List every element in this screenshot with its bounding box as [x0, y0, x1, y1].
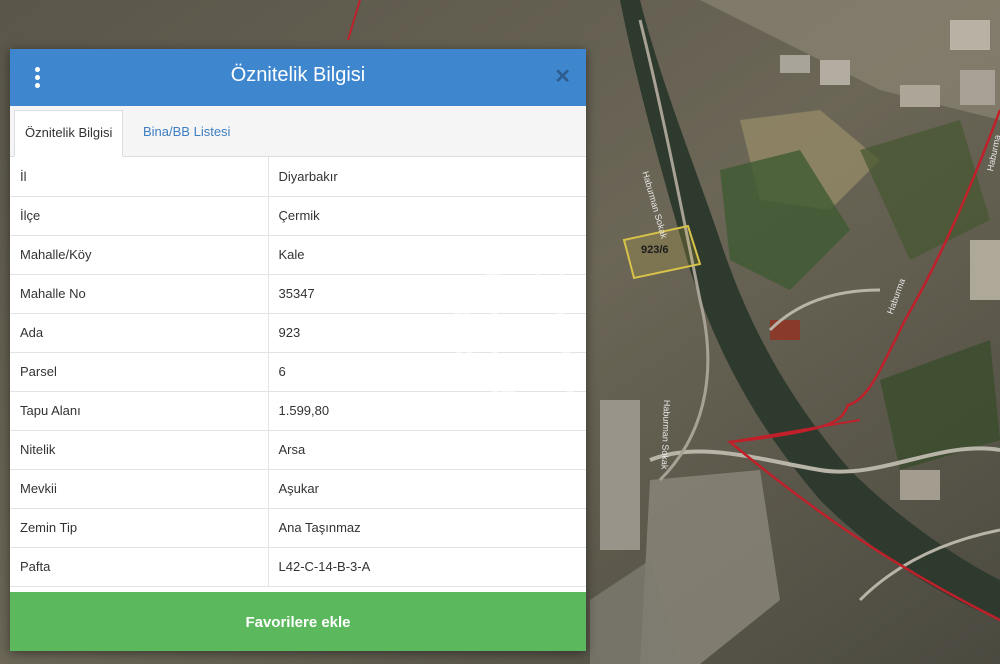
table-row: Mahalle No 35347 [10, 274, 586, 314]
table-row: İl Diyarbakır [10, 157, 586, 197]
panel-title: Öznitelik Bilgisi [230, 64, 366, 86]
attribute-key: Mevkii [10, 469, 269, 509]
table-row: Mevkii Aşukar [10, 469, 586, 509]
tab-building-list[interactable]: Bina/BB Listesi [133, 110, 240, 156]
attribute-key: İlçe [10, 196, 269, 236]
attribute-key: Tapu Alanı [10, 391, 269, 431]
attribute-value: Ana Taşınmaz [268, 508, 586, 548]
attribute-value: 923 [268, 313, 586, 353]
attribute-value: Aşukar [268, 469, 586, 509]
table-row: Ada 923 [10, 313, 586, 353]
panel-header: Öznitelik Bilgisi ✕ [10, 49, 586, 106]
close-icon[interactable]: ✕ [554, 65, 571, 89]
attribute-value: Çermik [268, 196, 586, 236]
table-row: Zemin Tip Ana Taşınmaz [10, 508, 586, 548]
table-row: Pafta L42-C-14-B-3-A [10, 547, 586, 587]
tab-attribute-info[interactable]: Öznitelik Bilgisi [14, 110, 124, 157]
attribute-key: Parsel [10, 352, 269, 392]
parcel-label: 923/6 [641, 244, 669, 256]
attribute-value: 1.599,80 [268, 391, 586, 431]
attribute-value: 6 [268, 352, 586, 392]
tab-bar: Öznitelik Bilgisi Bina/BB Listesi [10, 106, 586, 157]
attribute-value: L42-C-14-B-3-A [268, 547, 586, 587]
attribute-table: İl Diyarbakır İlçe Çermik Mahalle/Köy Kale Mah… [10, 157, 586, 587]
attribute-key: Nitelik [10, 430, 269, 470]
table-row: İlçe Çermik [10, 196, 586, 236]
attribute-key: Mahalle/Köy [10, 235, 269, 275]
attribute-key: Zemin Tip [10, 508, 269, 548]
attribute-panel: Öznitelik Bilgisi ✕ Öznitelik Bilgisi Bi… [10, 49, 586, 651]
attribute-key: Ada [10, 313, 269, 353]
table-row: Parsel 6 [10, 352, 586, 392]
table-row: Mahalle/Köy Kale [10, 235, 586, 275]
add-to-favorites-button[interactable]: Favorilere ekle [10, 592, 586, 651]
attribute-value: 35347 [268, 274, 586, 314]
attribute-key: Pafta [10, 547, 269, 587]
attribute-key: Mahalle No [10, 274, 269, 314]
attribute-value: Diyarbakır [268, 157, 586, 197]
attribute-value: Kale [268, 235, 586, 275]
attribute-key: İl [10, 157, 269, 197]
table-row: Nitelik Arsa [10, 430, 586, 470]
table-row: Tapu Alanı 1.599,80 [10, 391, 586, 431]
attribute-value: Arsa [268, 430, 586, 470]
